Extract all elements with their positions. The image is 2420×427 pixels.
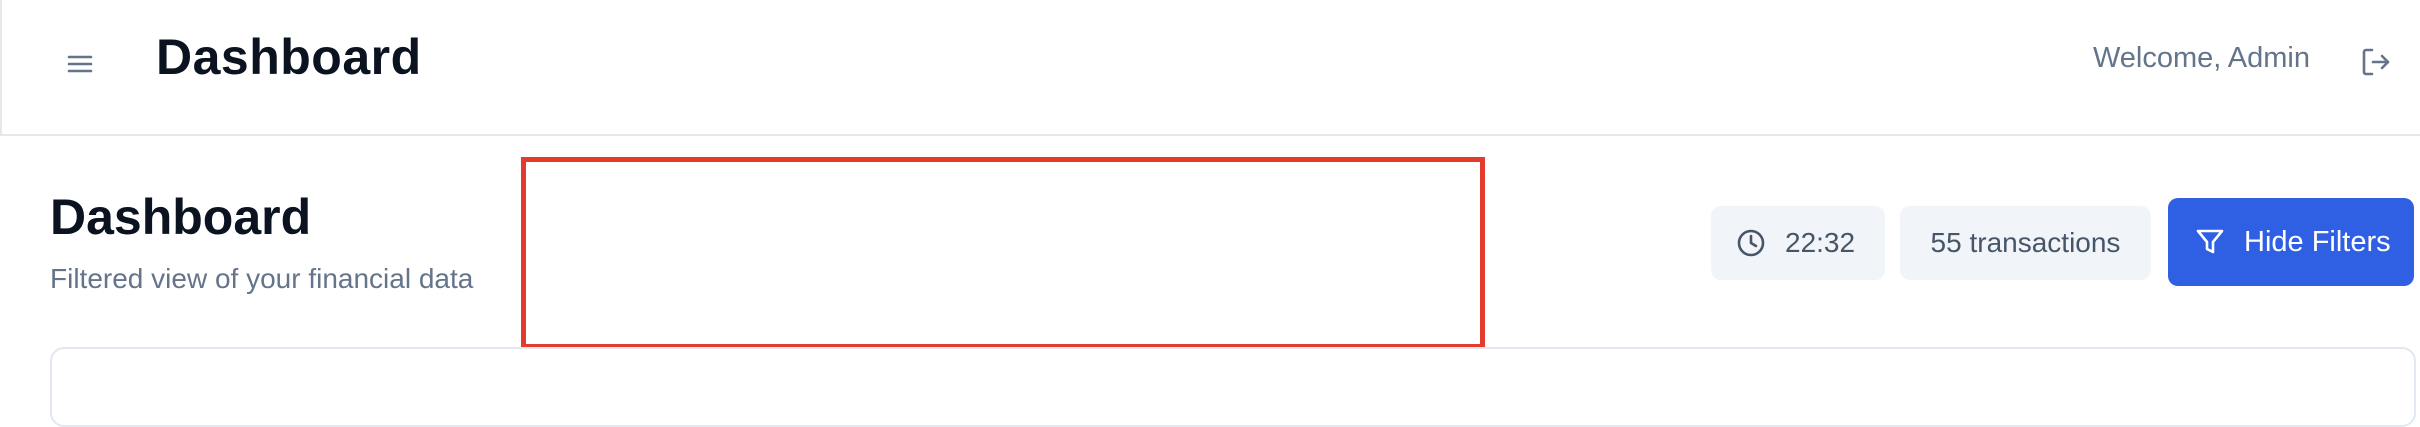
filter-icon [2194, 226, 2226, 258]
clock-icon [1735, 227, 1767, 259]
app-title: Dashboard [156, 29, 422, 85]
page-title: Dashboard [50, 189, 312, 245]
transactions-count-text: 55 transactions [1930, 227, 2121, 258]
page-subtitle: Filtered view of your financial data [50, 263, 474, 294]
top-navigation-bar: Dashboard Welcome, Admin [0, 0, 2420, 136]
transactions-count-chip: 55 transactions [1900, 206, 2151, 280]
hide-filters-label: Hide Filters [2244, 225, 2391, 258]
time-text: 22:32 [1785, 227, 1856, 258]
time-chip: 22:32 [1711, 206, 1885, 280]
menu-toggle-button[interactable] [60, 44, 100, 84]
highlight-annotation-box [521, 157, 1485, 349]
logout-icon [2362, 48, 2390, 76]
logout-button[interactable] [2354, 40, 2398, 84]
hide-filters-button[interactable]: Hide Filters [2168, 198, 2414, 286]
filters-card [50, 347, 2416, 427]
hamburger-icon [67, 55, 93, 73]
welcome-text: Welcome, Admin [2092, 42, 2310, 74]
